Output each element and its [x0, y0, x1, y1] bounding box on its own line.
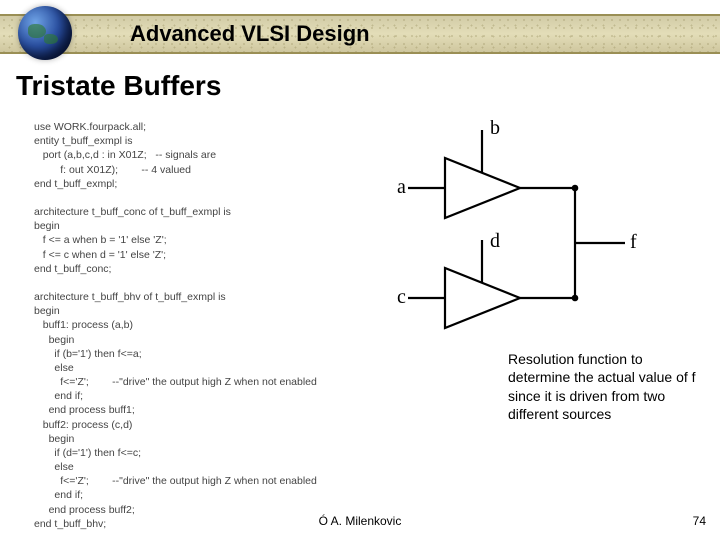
signal-label-d: d [490, 230, 500, 252]
signal-label-a: a [397, 176, 406, 198]
slide-title: Tristate Buffers [16, 70, 221, 102]
signal-label-b: b [490, 120, 500, 139]
course-title: Advanced VLSI Design [130, 21, 370, 47]
slide: Advanced VLSI Design Tristate Buffers us… [0, 0, 720, 540]
footer-page-number: 74 [693, 514, 706, 528]
footer-author: Ó A. Milenkovic [0, 514, 720, 528]
vhdl-code-block: use WORK.fourpack.all; entity t_buff_exm… [34, 120, 414, 531]
tristate-schematic: a b c d f [390, 120, 650, 355]
resolution-annotation: Resolution function to determine the act… [508, 350, 703, 424]
header-band: Advanced VLSI Design [0, 14, 720, 54]
signal-label-f: f [630, 231, 637, 253]
globe-icon [18, 6, 72, 60]
signal-label-c: c [397, 286, 406, 308]
